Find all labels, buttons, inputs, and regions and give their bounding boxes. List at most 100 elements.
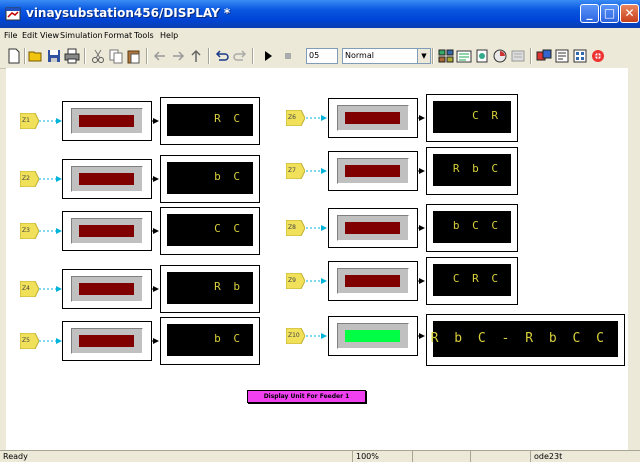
back-icon[interactable] [152,48,168,64]
profiler-icon[interactable] [492,48,508,64]
display-block[interactable]: R b [160,265,260,313]
display-value: R b C - R b C C [430,331,608,346]
chevron-down-icon[interactable]: ▼ [417,49,430,63]
library-browser-icon[interactable] [438,48,454,64]
close-button[interactable]: ✕ [620,4,639,23]
status-cell-empty [412,451,470,462]
lamp-bezel [71,166,143,192]
stop-icon[interactable] [280,48,296,64]
display-block[interactable]: b C C [426,204,518,252]
menu-format[interactable]: Format [104,31,132,40]
lamp-block[interactable] [62,101,152,141]
debugger-icon[interactable] [474,48,490,64]
menu-file[interactable]: File [4,31,17,40]
lamp-bezel [337,323,409,349]
lamp-block[interactable] [328,151,418,191]
display-screen: b C [167,324,253,356]
display-block[interactable]: C C [160,207,260,255]
display-screen: C C [167,214,253,246]
start-icon[interactable] [260,48,276,64]
from-tag-block[interactable]: Z2 [19,170,40,188]
from-tag-block[interactable]: Z10 [285,327,306,345]
model-canvas[interactable]: Z1 R C Z2 b C Z3 C C Z4 R b Z5 b C Z6 C … [6,68,628,450]
lamp-block[interactable] [62,159,152,199]
from-tag-block[interactable]: Z1 [19,112,40,130]
lamp-block[interactable] [62,321,152,361]
stop-time-input[interactable]: 05 [306,48,338,64]
from-tag-block[interactable]: Z5 [19,332,40,350]
from-tag-block[interactable]: Z4 [19,280,40,298]
display-block[interactable]: R b C [426,147,518,195]
copy-icon[interactable] [108,48,124,64]
from-tag-label: Z4 [22,285,30,292]
sim-browser-icon[interactable] [554,48,570,64]
redo-icon[interactable] [232,48,248,64]
library-icon[interactable] [510,48,526,64]
up-icon[interactable] [188,48,204,64]
vertical-scrollbar[interactable] [628,68,640,450]
annotation-label[interactable]: Display Unit For Feeder 1 [247,390,366,403]
forward-icon[interactable] [170,48,186,64]
open-icon[interactable] [28,48,44,64]
from-tag-block[interactable]: Z7 [285,162,306,180]
paste-icon[interactable] [126,48,142,64]
menu-simulation[interactable]: Simulation [60,31,103,40]
display-screen: R C [167,104,253,136]
status-lamp [345,275,400,287]
new-icon[interactable] [6,48,22,64]
display-block[interactable]: b C [160,155,260,203]
display-screen: R b C [433,154,511,186]
simulation-mode-select[interactable]: Normal ▼ [342,48,431,64]
lamp-bezel [71,328,143,354]
menu-help[interactable]: Help [160,31,178,40]
simulation-mode-value: Normal [345,51,374,60]
display-block[interactable]: C R C [426,257,518,305]
maximize-button[interactable]: □ [600,4,619,23]
ltiviewer-icon[interactable] [590,48,606,64]
print-icon[interactable] [64,48,80,64]
from-tag-label: Z6 [288,114,296,121]
model-explorer-icon[interactable] [456,48,472,64]
from-tag-block[interactable]: Z9 [285,272,306,290]
lamp-block[interactable] [328,316,418,356]
display-value: R C [214,112,243,125]
menu-edit[interactable]: Edit [22,31,38,40]
lamp-bezel [337,268,409,294]
from-tag-block[interactable]: Z8 [285,219,306,237]
undo-icon[interactable] [214,48,230,64]
status-lamp [345,222,400,234]
toolbar: 05 Normal ▼ [0,44,640,69]
display-value: b C [214,332,243,345]
lamp-block[interactable] [328,98,418,138]
toggle-explorer-icon[interactable] [536,48,552,64]
cut-icon[interactable] [90,48,106,64]
lamp-block[interactable] [62,269,152,309]
from-tag-block[interactable]: Z6 [285,109,306,127]
save-icon[interactable] [46,48,62,64]
model-advisor-icon[interactable] [572,48,588,64]
from-tag-block[interactable]: Z3 [19,222,40,240]
display-block[interactable]: b C [160,317,260,365]
from-tag-label: Z7 [288,167,296,174]
display-screen: C R [433,101,511,133]
toolbar-separator [530,48,532,64]
status-bar: Ready 100% ode23t [0,451,640,462]
menu-view[interactable]: View [40,31,59,40]
status-text: Ready [3,452,28,461]
display-block[interactable]: R C [160,97,260,145]
minimize-button[interactable]: _ [580,4,599,23]
menu-bar: File Edit View Simulation Format Tools H… [0,28,640,44]
display-value: C C [214,222,243,235]
display-screen: b C [167,162,253,194]
display-block[interactable]: C R [426,94,518,142]
solver-name: ode23t [530,451,640,462]
simulink-model-icon [5,7,21,21]
lamp-block[interactable] [62,211,152,251]
lamp-block[interactable] [328,261,418,301]
display-block[interactable]: R b C - R b C C [426,314,625,366]
menu-tools[interactable]: Tools [134,31,154,40]
status-lamp [345,165,400,177]
lamp-block[interactable] [328,208,418,248]
lamp-bezel [337,105,409,131]
status-lamp [79,115,134,127]
